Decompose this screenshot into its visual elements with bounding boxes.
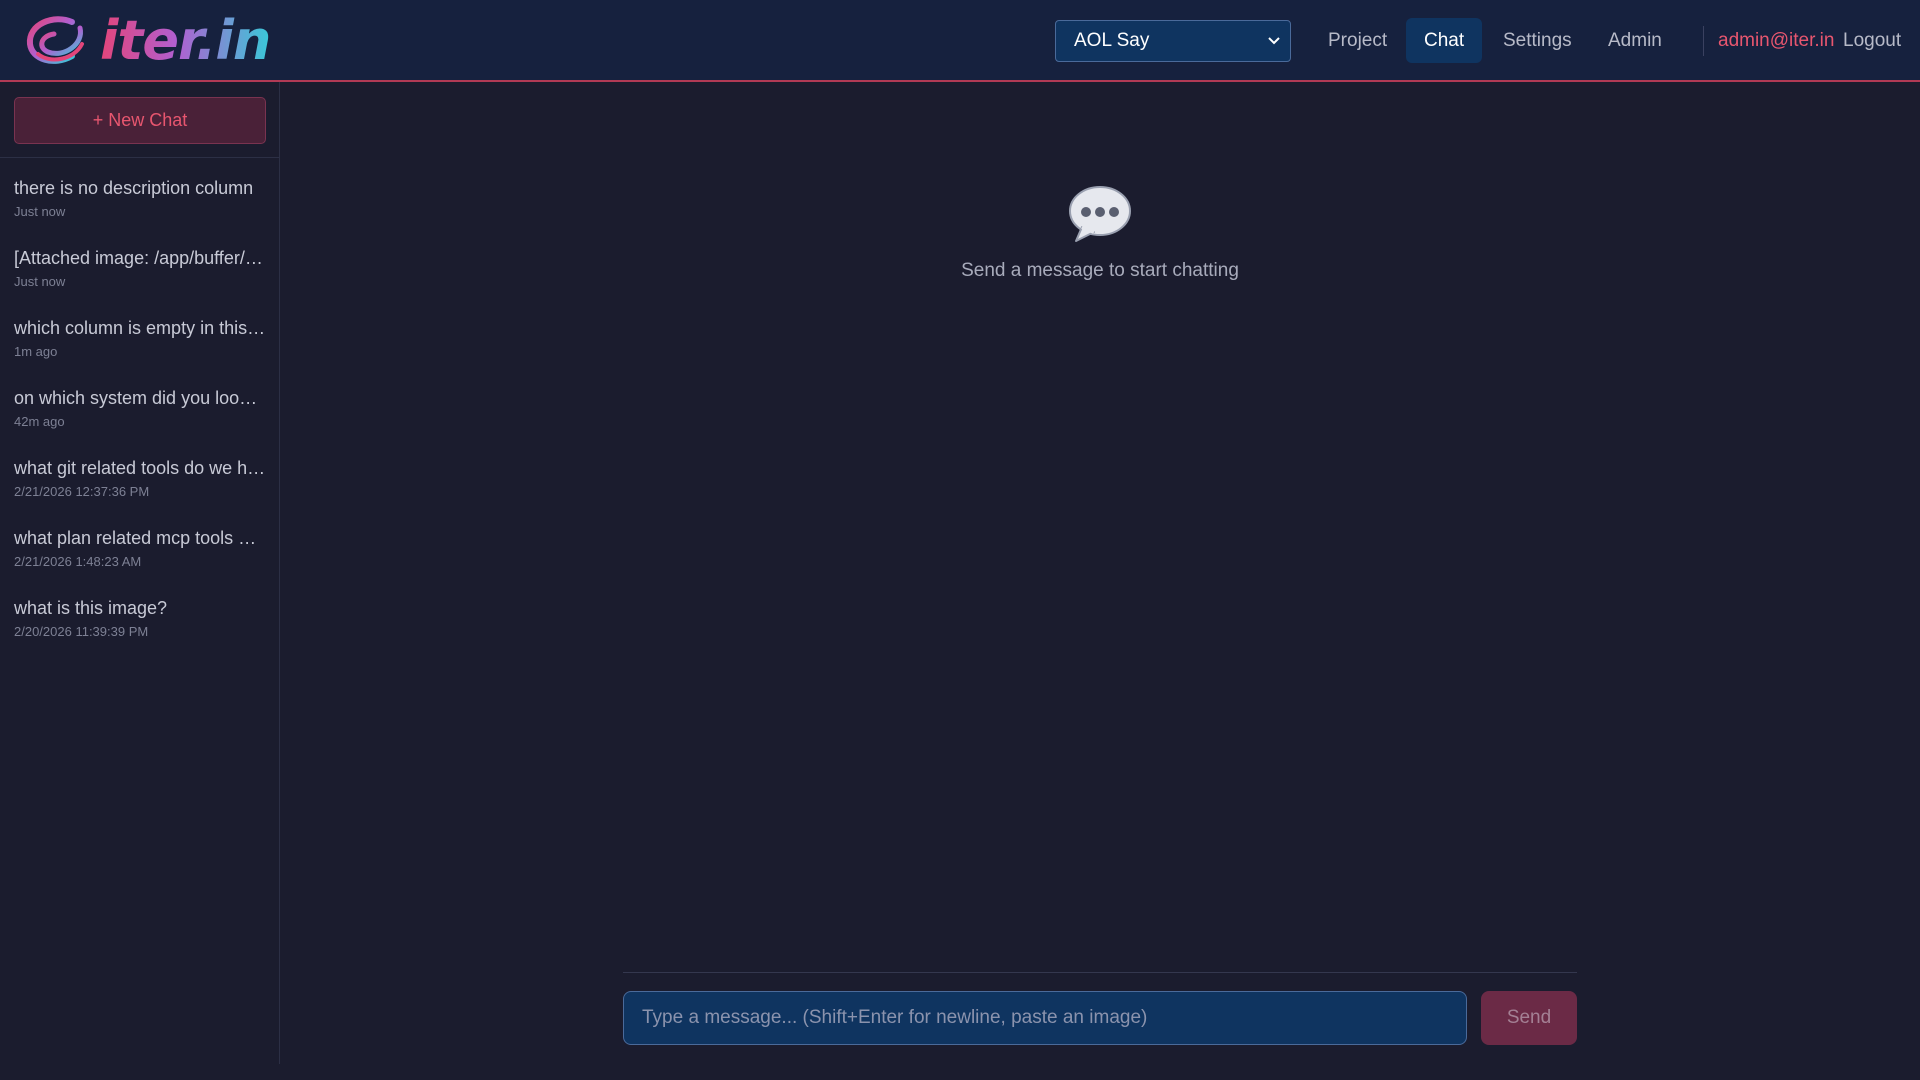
chat-history-title: on which system did you loo… [14,388,258,408]
empty-chat-state: Send a message to start chatting [900,185,1300,282]
chat-history-item[interactable]: what is this image? 2/20/2026 11:39:39 P… [0,578,280,648]
chat-history-list: there is no description column Just now … [0,158,280,648]
composer-divider [623,972,1577,973]
chat-history-item[interactable]: on which system did you loo… 42m ago [0,368,280,438]
user-email[interactable]: admin@iter.in [1718,30,1834,52]
header-divider [1703,26,1704,56]
nav-chat[interactable]: Chat [1406,18,1483,63]
chat-history-time: Just now [14,274,66,289]
logo-swirl-icon [26,16,84,64]
chat-history-time: 2/21/2026 12:37:36 PM [14,484,150,499]
project-select[interactable]: AOL Say [1055,20,1291,62]
app-logo[interactable]: iter.in [24,9,271,72]
logout-button[interactable]: Logout [1843,30,1901,52]
message-input[interactable]: Type a message... (Shift+Enter for newli… [623,991,1467,1045]
chat-history-item[interactable]: which column is empty in this… 1m ago [0,298,280,368]
empty-state-text: Send a message to start chatting [961,260,1239,281]
new-chat-button[interactable]: + New Chat [14,97,266,144]
chat-history-title: there is no description column [14,178,254,198]
chat-sidebar: + New Chat there is no description colum… [0,82,280,1064]
chat-history-title: what plan related mcp tools … [14,528,257,548]
project-select-value: AOL Say [1074,30,1150,51]
chat-history-item[interactable]: what plan related mcp tools … 2/21/2026 … [0,508,280,578]
chat-history-time: 42m ago [14,414,65,429]
logo-text: iter.in [100,9,271,72]
nav-admin[interactable]: Admin [1590,18,1680,63]
chat-history-title: what is this image? [14,598,168,618]
nav-settings[interactable]: Settings [1485,18,1590,63]
speech-bubble-icon [1069,186,1131,242]
chat-history-time: 2/20/2026 11:39:39 PM [14,624,149,639]
chat-history-item[interactable]: there is no description column Just now [0,158,280,228]
top-header: iter.in AOL Say Project Chat Settings Ad… [0,0,1920,82]
chat-history-time: 1m ago [14,344,58,359]
nav-project[interactable]: Project [1310,18,1405,63]
chat-history-title: which column is empty in this… [14,318,266,338]
message-input-placeholder: Type a message... (Shift+Enter for newli… [642,1007,1148,1028]
chat-history-time: Just now [14,204,66,219]
chat-history-item[interactable]: [Attached image: /app/buffer/… Just now [0,228,280,298]
chat-history-title: [Attached image: /app/buffer/… [14,248,263,268]
chevron-down-icon [1268,37,1280,45]
chat-history-item[interactable]: what git related tools do we h… 2/21/202… [0,438,280,508]
chat-history-time: 2/21/2026 1:48:23 AM [14,554,142,569]
chat-history-title: what git related tools do we h… [14,458,266,478]
send-button[interactable]: Send [1481,991,1577,1045]
